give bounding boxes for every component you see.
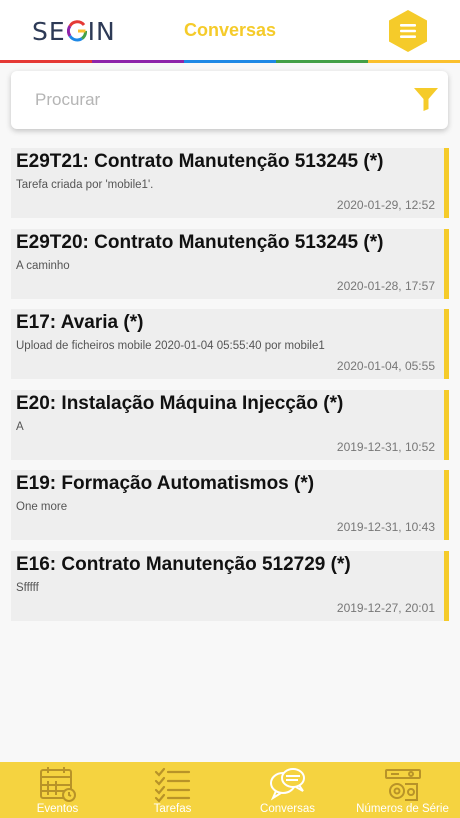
conversation-title: E19: Formação Automatismos (*) xyxy=(16,473,315,494)
hamburger-icon xyxy=(400,24,416,27)
machine-icon xyxy=(384,769,421,801)
search-input[interactable] xyxy=(35,85,405,115)
conversation-date: 2019-12-31, 10:43 xyxy=(336,520,435,534)
conversation-item[interactable]: E29T21: Contrato Manutenção 513245 (*) T… xyxy=(11,148,449,218)
tab-label: Números de Série xyxy=(356,803,449,815)
conversation-list: E29T21: Contrato Manutenção 513245 (*) T… xyxy=(11,148,449,631)
conversation-subtitle: Tarefa criada por 'mobile1'. xyxy=(16,179,154,191)
conversation-subtitle: One more xyxy=(16,501,68,513)
conversation-date: 2019-12-27, 20:01 xyxy=(336,600,435,615)
tab-label: Conversas xyxy=(260,803,315,815)
tab-eventos[interactable]: Eventos xyxy=(0,762,115,818)
conversation-subtitle: Sfffff xyxy=(16,581,39,594)
conversation-title: E16: Contrato Manutenção 512729 (*) xyxy=(16,553,351,575)
conversation-subtitle: Upload de ficheiros mobile 2020-01-04 05… xyxy=(16,340,325,352)
conversation-date: 2019-12-31, 10:52 xyxy=(336,439,435,454)
filter-icon[interactable] xyxy=(413,86,439,112)
conversation-item[interactable]: E17: Avaria (*) Upload de ficheiros mobi… xyxy=(11,309,449,379)
tab-conversas[interactable]: Conversas xyxy=(230,762,345,818)
menu-button[interactable] xyxy=(387,9,429,53)
checklist-icon xyxy=(154,767,190,803)
tab-tarefas[interactable]: Tarefas xyxy=(115,762,230,818)
conversation-title: E17: Avaria (*) xyxy=(16,312,144,333)
conversation-date: 2020-01-04, 05:55 xyxy=(336,359,435,373)
search-bar xyxy=(11,71,448,129)
conversation-item[interactable]: E19: Formação Automatismos (*) One more … xyxy=(11,470,449,540)
tab-label: Eventos xyxy=(36,803,79,815)
app-header: SE IN Conversas xyxy=(0,0,460,63)
conversation-item[interactable]: E16: Contrato Manutenção 512729 (*) Sfff… xyxy=(11,550,449,621)
conversation-item[interactable]: E29T20: Contrato Manutenção 513245 (*) A… xyxy=(11,228,449,299)
conversation-item[interactable]: E20: Instalação Máquina Injecção (*) A 2… xyxy=(11,389,449,460)
conversation-date: 2020-01-28, 17:57 xyxy=(336,278,435,293)
conversation-subtitle: A xyxy=(16,420,24,433)
header-color-stripe xyxy=(0,60,460,63)
conversation-title: E29T21: Contrato Manutenção 513245 (*) xyxy=(16,151,384,172)
chat-icon xyxy=(269,768,305,801)
conversation-title: E20: Instalação Máquina Injecção (*) xyxy=(16,392,344,414)
calendar-icon xyxy=(39,767,76,802)
conversation-title: E29T20: Contrato Manutenção 513245 (*) xyxy=(16,231,384,253)
conversation-subtitle: A caminho xyxy=(16,259,70,272)
tab-numeros-de-serie[interactable]: Números de Série xyxy=(345,762,460,818)
tab-label: Tarefas xyxy=(153,803,192,815)
conversation-date: 2020-01-29, 12:52 xyxy=(336,198,435,212)
bottom-tab-bar: Eventos Tarefas Conversas Números de Sér… xyxy=(0,762,460,818)
